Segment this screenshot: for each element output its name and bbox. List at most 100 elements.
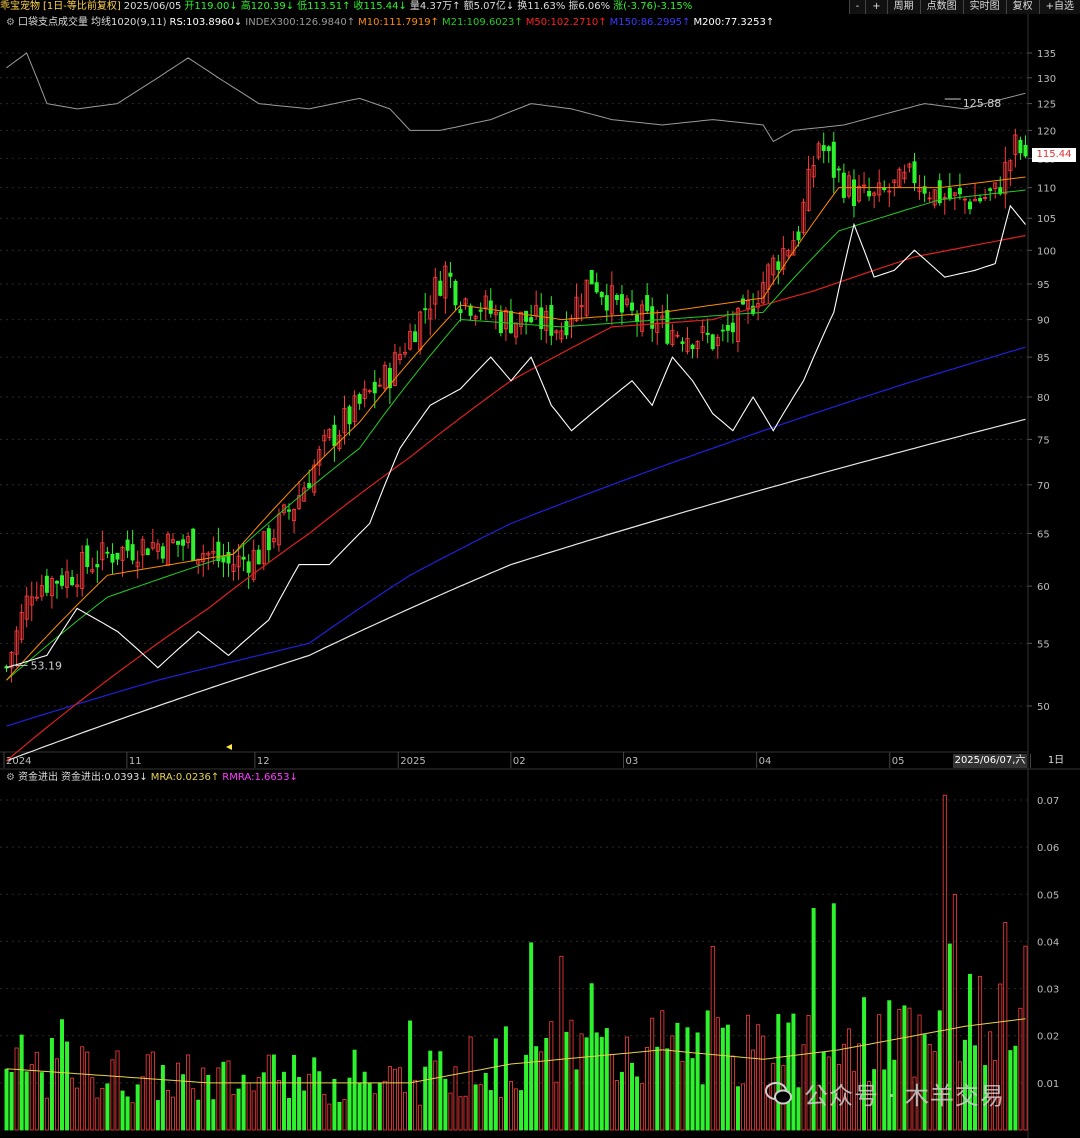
candle-body <box>645 295 650 312</box>
flow-bar <box>312 1057 317 1131</box>
flow-bar <box>423 1066 428 1131</box>
flow-legend: ⚙ 资金进出 资金进出:0.0393↓ MRA:0.0236↑ RMRA:1.6653↓ <box>6 771 301 785</box>
legend-rs: RS:103.8960↓ <box>169 17 243 28</box>
flow-bar <box>640 1083 645 1131</box>
flow-bar <box>937 1010 942 1131</box>
flow-bar <box>317 1071 322 1131</box>
flow-bar <box>39 1072 44 1131</box>
y-tick-label: 125 <box>1037 100 1056 111</box>
price-chart[interactable]: 5055606570758085909510010511011512012513… <box>0 0 1080 1138</box>
flow-bar <box>791 1013 796 1131</box>
flow-bar <box>478 1084 483 1131</box>
flow-bar <box>29 1064 34 1131</box>
flow-bar <box>1023 945 1028 1131</box>
legend-title: 口袋支点成交量 <box>17 17 88 28</box>
flow-tick-label: 0.02 <box>1037 1032 1059 1043</box>
candle-body <box>630 302 635 311</box>
last-price-tag: 115.44 <box>1032 148 1076 162</box>
flow-bar <box>140 1076 145 1131</box>
candle-body <box>720 329 725 332</box>
flow-bar <box>176 1062 181 1131</box>
candle-body <box>44 575 49 593</box>
y-tick-label: 135 <box>1037 49 1056 60</box>
legend2-value: 资金进出:0.0393↓ <box>60 772 148 783</box>
candle-body <box>957 188 962 195</box>
flow-bar <box>216 1067 221 1131</box>
m50-line <box>6 234 1026 762</box>
flow-bar <box>630 1062 635 1131</box>
flow-bar <box>322 1093 327 1131</box>
flow-bar <box>120 1090 125 1131</box>
legend-m21: M21:109.6023↑ <box>441 17 523 28</box>
m150-line <box>6 346 1026 727</box>
flow-bar <box>413 1079 418 1131</box>
flow-bar <box>508 1080 513 1131</box>
flow-bar <box>221 1061 226 1131</box>
legend-gear-icon[interactable]: ⚙ <box>6 17 15 28</box>
candle-body <box>635 314 640 322</box>
x-tick-label: 12 <box>257 756 270 767</box>
candle-body <box>776 261 781 270</box>
legend-ma: 均线1020(9,11) <box>90 17 167 28</box>
flow-bar <box>483 1072 488 1131</box>
flow-bar <box>276 1079 281 1131</box>
flow-bar <box>165 1090 170 1131</box>
flow-bar <box>458 1096 463 1131</box>
y-tick-label: 60 <box>1037 582 1050 593</box>
flow-bar <box>655 1046 660 1131</box>
flow-bar <box>529 942 534 1131</box>
high-label: 125.88 <box>963 97 1002 110</box>
flow-bar <box>49 1037 54 1131</box>
candle-body <box>725 325 730 331</box>
legend-index: INDEX300:126.9840↑ <box>245 17 356 28</box>
candle-body <box>604 295 609 311</box>
flow-bar <box>9 1072 14 1131</box>
candle-body <box>488 300 493 314</box>
flow-bar <box>34 1051 39 1131</box>
flow-bar <box>448 1092 453 1131</box>
flow-bar <box>80 1046 85 1131</box>
legend2-gear-icon[interactable]: ⚙ <box>6 772 15 783</box>
flow-bar <box>559 955 564 1131</box>
rs-line <box>6 204 1026 669</box>
period-button[interactable]: 1日 <box>1030 754 1080 768</box>
candle-body <box>191 528 196 561</box>
candle-body <box>85 545 90 567</box>
candle-body <box>125 539 130 551</box>
flow-bar <box>917 1014 922 1131</box>
legend-m200: M200:77.3253↑ <box>693 17 775 28</box>
flow-bar <box>604 1028 609 1131</box>
flow-bar <box>660 1010 665 1131</box>
flow-bar <box>60 1019 65 1131</box>
candle-body <box>468 305 473 316</box>
flow-bar <box>287 1097 292 1131</box>
flow-bar <box>327 1103 332 1131</box>
flow-bar <box>468 1036 473 1131</box>
flow-bar <box>186 1054 191 1131</box>
y-tick-label: 65 <box>1037 530 1050 541</box>
y-tick-label: 110 <box>1037 184 1056 195</box>
flow-bar <box>85 1051 90 1131</box>
flow-bar <box>1013 1045 1018 1131</box>
flow-bar <box>357 1082 362 1131</box>
flow-bar <box>372 1093 377 1131</box>
flow-bar <box>150 1051 155 1131</box>
candle-body <box>690 344 695 350</box>
flow-bar <box>181 1074 186 1131</box>
flow-bar <box>463 1095 468 1131</box>
candle-body <box>867 190 872 197</box>
flow-bar <box>110 1059 115 1131</box>
flow-bar <box>160 1064 165 1131</box>
legend-m150: M150:86.2995↑ <box>609 17 691 28</box>
flow-bar <box>105 1083 110 1131</box>
flow-bar <box>155 1100 160 1131</box>
candle-body <box>730 322 735 333</box>
flow-bar <box>170 1096 175 1131</box>
flow-bar <box>554 1081 559 1131</box>
flow-bar <box>519 1090 524 1131</box>
candle-body <box>680 341 685 344</box>
candle-body <box>619 294 624 313</box>
flow-bar <box>246 1082 251 1131</box>
flow-bar <box>715 1017 720 1131</box>
m10-line <box>6 176 1026 681</box>
